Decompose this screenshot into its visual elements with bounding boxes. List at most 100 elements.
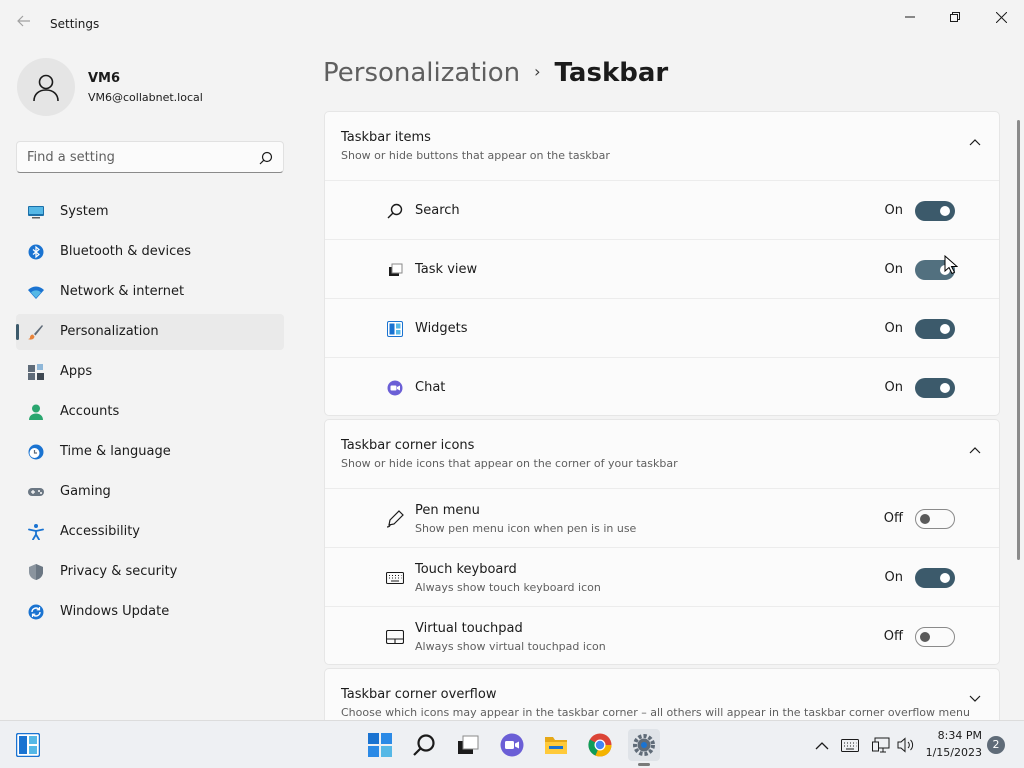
network-icon [872,737,890,753]
toggle-state-text: On [884,321,903,336]
toggle-knob [940,573,950,583]
toggle-state-text: Off [883,629,903,644]
taskbar-clock-time[interactable]: 8:34 PM [930,729,982,742]
chevron-up-icon[interactable] [969,138,981,146]
section-title: Taskbar corner icons [341,438,475,453]
section-subtitle: Show or hide icons that appear on the co… [341,457,678,470]
wifi-icon [28,286,44,299]
taskbar-corner-overflow-section[interactable]: Taskbar corner overflow Choose which ico… [324,668,1000,728]
sidebar-item-accounts[interactable]: Accounts [16,394,284,430]
back-button[interactable] [14,14,34,34]
sidebar-item-label: Accessibility [60,524,140,539]
sidebar-item-gaming[interactable]: Gaming [16,474,284,510]
tray-volume-button[interactable] [896,735,916,755]
bluetooth-icon [28,244,44,260]
chrome-button[interactable] [584,729,616,761]
clock-globe-icon [28,444,44,460]
sidebar-item-accessibility[interactable]: Accessibility [16,514,284,550]
chat-taskbar-button[interactable] [496,729,528,761]
tray-overflow-button[interactable] [812,735,832,755]
touchpad-icon [386,628,404,646]
file-explorer-icon [545,737,567,754]
sidebar-item-privacy[interactable]: Privacy & security [16,554,284,590]
search-icon [413,734,435,756]
taskbar-corner-icons-header[interactable]: Taskbar corner icons Show or hide icons … [325,420,999,488]
sidebar-item-time-language[interactable]: Time & language [16,434,284,470]
sidebar-item-label: Apps [60,364,93,379]
widgets-toggle[interactable] [915,319,955,339]
task-view-icon [386,261,404,279]
sidebar-item-personalization[interactable]: Personalization [16,314,284,350]
shield-icon [29,564,43,580]
sidebar-item-label: Bluetooth & devices [60,244,191,259]
toggle-state-text: On [884,203,903,218]
main-scrollbar[interactable] [1017,120,1020,560]
chevron-up-icon [815,741,829,749]
pen-icon [386,510,404,528]
keyboard-icon [841,738,859,752]
chevron-up-icon[interactable] [969,446,981,454]
keyboard-icon [386,569,404,587]
sidebar-item-label: Windows Update [60,604,170,619]
start-icon [368,733,392,757]
search-toggle[interactable] [915,201,955,221]
notification-badge[interactable]: 2 [987,736,1005,754]
toggle-knob [920,514,930,524]
breadcrumb-parent[interactable]: Personalization [323,58,520,88]
search-icon [259,150,273,169]
chevron-down-icon[interactable] [969,695,981,703]
sidebar-item-network[interactable]: Network & internet [16,274,284,310]
toggle-knob [940,324,950,334]
virtual-touchpad-toggle[interactable] [915,627,955,647]
taskbar-clock-date[interactable]: 1/15/2023 [924,746,982,759]
sidebar-item-bluetooth[interactable]: Bluetooth & devices [16,234,284,270]
toggle-knob [940,206,950,216]
windows-update-icon [28,604,44,620]
taskbar-corner-icons-section: Taskbar corner icons Show or hide icons … [324,419,1000,665]
minimize-icon [905,16,915,18]
close-button[interactable] [978,6,1024,28]
system-icon [28,206,44,219]
sidebar-item-system[interactable]: System [16,194,284,230]
toggle-state-text: On [884,380,903,395]
setting-row-task-view: Task view On [325,239,999,298]
toggle-knob [920,632,930,642]
toggle-state-text: On [884,262,903,277]
section-title: Taskbar corner overflow [341,687,497,702]
widgets-icon [16,733,40,757]
taskbar-items-header[interactable]: Taskbar items Show or hide buttons that … [325,112,999,180]
sidebar-item-label: Time & language [60,444,171,459]
start-button[interactable] [364,729,396,761]
minimize-button[interactable] [887,6,933,28]
avatar[interactable] [17,58,75,116]
sidebar-item-windows-update[interactable]: Windows Update [16,594,284,630]
setting-row-chat: Chat On [325,357,999,415]
settings-search-input[interactable]: Find a setting [16,141,284,173]
widgets-taskbar-button[interactable] [12,729,44,761]
page-title: Taskbar [554,58,669,88]
setting-row-widgets: Widgets On [325,298,999,357]
sidebar-item-apps[interactable]: Apps [16,354,284,390]
tray-network-button[interactable] [871,735,891,755]
apps-icon [28,364,44,380]
settings-icon [633,734,655,756]
file-explorer-button[interactable] [540,729,572,761]
setting-label: Task view [415,262,478,277]
chat-icon [386,379,404,397]
widgets-icon [386,320,404,338]
taskbar-search-button[interactable] [408,729,440,761]
pen-menu-toggle[interactable] [915,509,955,529]
settings-taskbar-button[interactable] [628,729,660,766]
mouse-cursor-icon [944,255,958,275]
sidebar-item-label: System [60,204,109,219]
chat-toggle[interactable] [915,378,955,398]
task-view-button[interactable] [452,729,484,761]
toggle-knob [940,383,950,393]
accounts-icon [29,404,43,420]
touch-keyboard-toggle[interactable] [915,568,955,588]
sidebar-item-label: Network & internet [60,284,185,299]
tray-touch-keyboard-button[interactable] [840,735,860,755]
setting-row-touch-keyboard: Touch keyboard Always show touch keyboar… [325,547,999,606]
gamepad-icon [28,488,44,496]
maximize-button[interactable] [932,6,978,28]
